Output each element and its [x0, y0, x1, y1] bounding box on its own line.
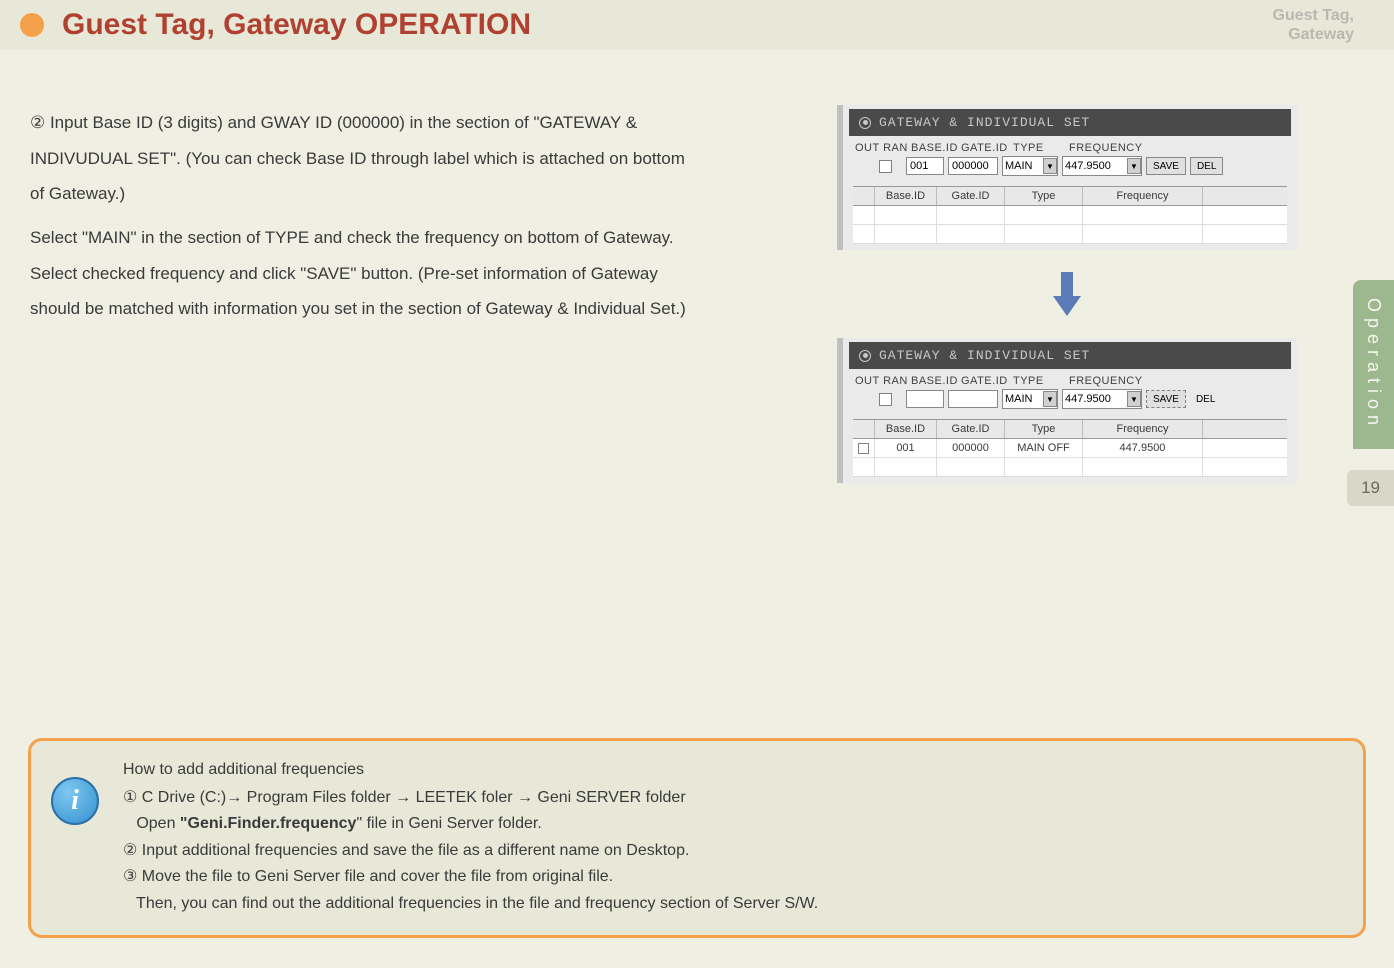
- baseid-input[interactable]: [906, 157, 944, 175]
- table-header-row: Base.ID Gate.ID Type Frequency: [853, 419, 1287, 439]
- baseid-input[interactable]: [906, 390, 944, 408]
- paragraph-1: ② Input Base ID (3 digits) and GWAY ID (…: [30, 105, 690, 212]
- chevron-down-icon: ▼: [1127, 158, 1141, 174]
- frequency-select[interactable]: 447.9500 ▼: [1062, 156, 1142, 176]
- label-frequency: FREQUENCY: [1069, 375, 1149, 387]
- gateid-input[interactable]: [948, 390, 998, 408]
- header-bullet-icon: [20, 13, 44, 37]
- info-line-3: ② Input additional frequencies and save …: [123, 838, 1343, 864]
- th-type: Type: [1005, 187, 1083, 205]
- th-gateid: Gate.ID: [937, 420, 1005, 438]
- breadcrumb: Guest Tag, Gateway: [1273, 6, 1355, 44]
- gateway-panel-after: GATEWAY & INDIVIDUAL SET OUT RAN BASE.ID…: [837, 338, 1297, 483]
- save-button[interactable]: SAVE: [1146, 390, 1186, 408]
- th-rest: [1203, 187, 1287, 205]
- panel-title: GATEWAY & INDIVIDUAL SET: [879, 348, 1090, 363]
- table-header-row: Base.ID Gate.ID Type Frequency: [853, 186, 1287, 206]
- th-type: Type: [1005, 420, 1083, 438]
- table-row: [853, 225, 1287, 244]
- frequency-value: 447.9500: [1065, 160, 1111, 172]
- field-labels-row: OUT RAN BASE.ID GATE.ID TYPE FREQUENCY: [849, 136, 1291, 156]
- info-line-1: ① C Drive (C:)→ Program Files folder → L…: [123, 785, 1343, 811]
- arrow-down-icon: [1049, 270, 1085, 318]
- table-row: 001 000000 MAIN OFF 447.9500: [853, 439, 1287, 458]
- info-line-4: ③ Move the file to Geni Server file and …: [123, 864, 1343, 890]
- info-icon: i: [51, 777, 99, 825]
- page-number: 19: [1347, 470, 1394, 506]
- field-input-row: MAIN ▼ 447.9500 ▼ SAVE DEL: [849, 156, 1291, 184]
- info-title: How to add additional frequencies: [123, 757, 1343, 783]
- panel-title-bar: GATEWAY & INDIVIDUAL SET: [849, 342, 1291, 369]
- label-outran: OUT RAN: [855, 142, 911, 154]
- instruction-text: ② Input Base ID (3 digits) and GWAY ID (…: [30, 105, 690, 483]
- content-area: ② Input Base ID (3 digits) and GWAY ID (…: [0, 50, 1394, 483]
- type-select[interactable]: MAIN ▼: [1002, 389, 1058, 409]
- th-frequency: Frequency: [1083, 420, 1203, 438]
- label-gateid: GATE.ID: [961, 375, 1013, 387]
- th-check: [853, 420, 875, 438]
- chevron-down-icon: ▼: [1043, 158, 1057, 174]
- screenshot-column: GATEWAY & INDIVIDUAL SET OUT RAN BASE.ID…: [730, 105, 1364, 483]
- radio-icon: [859, 350, 871, 362]
- cell-type: MAIN OFF: [1005, 439, 1083, 457]
- field-input-row: MAIN ▼ 447.9500 ▼ SAVE DEL: [849, 389, 1291, 417]
- th-gateid: Gate.ID: [937, 187, 1005, 205]
- breadcrumb-line1: Guest Tag,: [1273, 6, 1355, 25]
- chevron-down-icon: ▼: [1043, 391, 1057, 407]
- frequency-value: 447.9500: [1065, 393, 1111, 405]
- outran-checkbox[interactable]: [879, 160, 892, 173]
- cell-baseid: 001: [875, 439, 937, 457]
- type-select[interactable]: MAIN ▼: [1002, 156, 1058, 176]
- type-value: MAIN: [1005, 393, 1033, 405]
- type-value: MAIN: [1005, 160, 1033, 172]
- table-row: [853, 206, 1287, 225]
- label-baseid: BASE.ID: [911, 142, 961, 154]
- th-baseid: Base.ID: [875, 420, 937, 438]
- frequency-select[interactable]: 447.9500 ▼: [1062, 389, 1142, 409]
- th-rest: [1203, 420, 1287, 438]
- info-line-5: Then, you can find out the additional fr…: [123, 891, 1343, 917]
- label-baseid: BASE.ID: [911, 375, 961, 387]
- del-button[interactable]: DEL: [1190, 157, 1223, 175]
- chevron-down-icon: ▼: [1127, 391, 1141, 407]
- th-baseid: Base.ID: [875, 187, 937, 205]
- panel-title: GATEWAY & INDIVIDUAL SET: [879, 115, 1090, 130]
- th-frequency: Frequency: [1083, 187, 1203, 205]
- label-type: TYPE: [1013, 142, 1069, 154]
- table-row: [853, 458, 1287, 477]
- breadcrumb-line2: Gateway: [1273, 25, 1355, 44]
- label-outran: OUT RAN: [855, 375, 911, 387]
- label-type: TYPE: [1013, 375, 1069, 387]
- page-header: Guest Tag, Gateway OPERATION Guest Tag, …: [0, 0, 1394, 50]
- field-labels-row: OUT RAN BASE.ID GATE.ID TYPE FREQUENCY: [849, 369, 1291, 389]
- header-left: Guest Tag, Gateway OPERATION: [20, 8, 531, 42]
- page-title: Guest Tag, Gateway OPERATION: [62, 8, 531, 42]
- panel-title-bar: GATEWAY & INDIVIDUAL SET: [849, 109, 1291, 136]
- save-button[interactable]: SAVE: [1146, 157, 1186, 175]
- gateid-input[interactable]: [948, 157, 998, 175]
- info-line-2: Open "Geni.Finder.frequency" file in Gen…: [123, 811, 1343, 837]
- label-frequency: FREQUENCY: [1069, 142, 1149, 154]
- info-content: How to add additional frequencies ① C Dr…: [123, 757, 1343, 917]
- paragraph-2: Select "MAIN" in the section of TYPE and…: [30, 220, 690, 327]
- th-check: [853, 187, 875, 205]
- cell-frequency: 447.9500: [1083, 439, 1203, 457]
- row-checkbox[interactable]: [853, 439, 875, 457]
- section-tab: Operation: [1353, 280, 1394, 449]
- radio-icon: [859, 117, 871, 129]
- outran-checkbox[interactable]: [879, 393, 892, 406]
- label-gateid: GATE.ID: [961, 142, 1013, 154]
- cell-gateid: 000000: [937, 439, 1005, 457]
- info-callout: i How to add additional frequencies ① C …: [28, 738, 1366, 938]
- gateway-panel-before: GATEWAY & INDIVIDUAL SET OUT RAN BASE.ID…: [837, 105, 1297, 250]
- del-button[interactable]: DEL: [1190, 390, 1221, 408]
